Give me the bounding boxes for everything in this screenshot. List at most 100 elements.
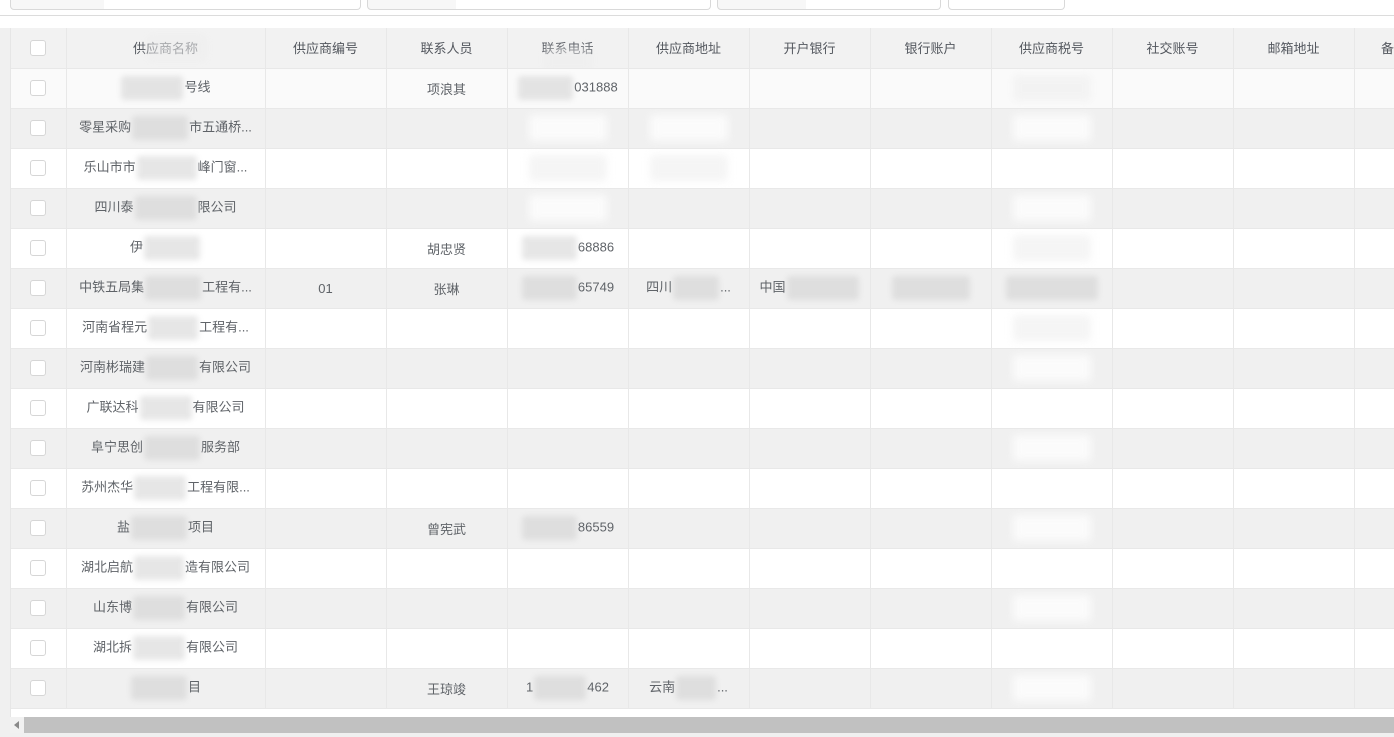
row-checkbox[interactable] xyxy=(30,80,46,96)
row-checkbox[interactable] xyxy=(30,560,46,576)
row-checkbox[interactable] xyxy=(30,240,46,256)
row-checkbox[interactable] xyxy=(30,280,46,296)
column-header-address: 供应商地址 xyxy=(628,28,749,68)
cell-account xyxy=(870,468,991,508)
row-checkbox[interactable] xyxy=(30,480,46,496)
redaction-smudge xyxy=(1013,355,1091,381)
redaction-smudge xyxy=(650,155,728,181)
cell-text: 中铁五局集 xyxy=(79,279,144,294)
row-checkbox[interactable] xyxy=(30,200,46,216)
scroll-left-arrow-icon[interactable] xyxy=(10,717,24,733)
cell-text: ... xyxy=(717,679,728,694)
column-header-label: 社交账号 xyxy=(1146,41,1198,56)
cell-bank xyxy=(749,548,870,588)
row-select-cell xyxy=(11,68,66,108)
toolbar-button-2[interactable] xyxy=(1005,0,1065,10)
cell-bank xyxy=(749,428,870,468)
toolbar-button-1[interactable] xyxy=(948,0,1006,10)
table-header-row: 供应商名称供应商编号联系人员联系电话供应商地址开户银行银行账户供应商税号社交账号… xyxy=(11,28,1394,68)
row-select-cell xyxy=(11,548,66,588)
redaction-smudge xyxy=(1013,675,1091,701)
cell-name: 乐山市市峰门窗... xyxy=(66,148,265,188)
cell-remark xyxy=(1354,228,1394,268)
cell-contact xyxy=(386,308,507,348)
redaction-blur xyxy=(534,676,586,700)
redaction-blur xyxy=(144,436,200,460)
row-checkbox[interactable] xyxy=(30,520,46,536)
cell-bank xyxy=(749,228,870,268)
cell-email xyxy=(1233,588,1354,628)
column-header-label: 开户银行 xyxy=(783,41,835,56)
cell-text: 目 xyxy=(188,679,201,694)
cell-text: 1 xyxy=(526,679,533,694)
column-header-phone: 联系电话 xyxy=(507,28,628,68)
filter-input-2[interactable] xyxy=(456,0,711,10)
cell-email xyxy=(1233,628,1354,668)
filter-input-1[interactable] xyxy=(104,0,361,10)
cell-name: 苏州杰华工程有限... xyxy=(66,468,265,508)
horizontal-scrollbar[interactable] xyxy=(10,717,1394,733)
cell-tax xyxy=(991,308,1112,348)
cell-phone xyxy=(507,188,628,228)
select-all-checkbox[interactable] xyxy=(30,40,46,56)
cell-social xyxy=(1112,468,1233,508)
table-row: 盐项目曾宪武86559 xyxy=(11,508,1394,548)
cell-text: 峰门窗... xyxy=(198,159,248,174)
cell-name: 目 xyxy=(66,668,265,708)
row-checkbox[interactable] xyxy=(30,320,46,336)
cell-text: 服务部 xyxy=(201,439,240,454)
row-select-cell xyxy=(11,468,66,508)
cell-text: 造有限公司 xyxy=(185,559,250,574)
cell-code xyxy=(265,348,386,388)
cell-code xyxy=(265,628,386,668)
cell-text: 号线 xyxy=(184,79,210,94)
row-checkbox[interactable] xyxy=(30,440,46,456)
table-row: 四川泰限公司 xyxy=(11,188,1394,228)
row-select-cell xyxy=(11,588,66,628)
cell-contact xyxy=(386,148,507,188)
cell-bank xyxy=(749,308,870,348)
row-select-cell xyxy=(11,108,66,148)
cell-text: ... xyxy=(720,279,731,294)
cell-social xyxy=(1112,668,1233,708)
cell-tax xyxy=(991,268,1112,308)
filter-label-1 xyxy=(10,0,105,10)
cell-tax xyxy=(991,668,1112,708)
cell-phone xyxy=(507,428,628,468)
cell-bank xyxy=(749,188,870,228)
column-header-label: 供应商税号 xyxy=(1019,41,1084,56)
row-checkbox[interactable] xyxy=(30,360,46,376)
cell-remark xyxy=(1354,268,1394,308)
cell-text: 65749 xyxy=(578,279,614,294)
filter-input-3[interactable] xyxy=(806,0,941,10)
cell-address xyxy=(628,428,749,468)
cell-name: 河南省程元工程有... xyxy=(66,308,265,348)
cell-email xyxy=(1233,668,1354,708)
table-row: 河南省程元工程有... xyxy=(11,308,1394,348)
cell-text: 有限公司 xyxy=(199,359,251,374)
scrollbar-thumb[interactable] xyxy=(24,717,1394,733)
row-checkbox[interactable] xyxy=(30,600,46,616)
cell-name: 伊 xyxy=(66,228,265,268)
row-checkbox[interactable] xyxy=(30,640,46,656)
cell-contact xyxy=(386,468,507,508)
cell-code xyxy=(265,468,386,508)
row-checkbox[interactable] xyxy=(30,400,46,416)
row-checkbox[interactable] xyxy=(30,120,46,136)
cell-name: 零星采购市五通桥... xyxy=(66,108,265,148)
cell-phone: 1462 xyxy=(507,668,628,708)
cell-address xyxy=(628,588,749,628)
cell-contact xyxy=(386,388,507,428)
redaction-blur xyxy=(133,596,185,620)
cell-remark xyxy=(1354,308,1394,348)
cell-text: 01 xyxy=(318,281,332,296)
cell-text: 工程有限... xyxy=(187,479,250,494)
cell-bank xyxy=(749,388,870,428)
cell-remark xyxy=(1354,548,1394,588)
redaction-smudge xyxy=(529,155,607,181)
row-checkbox[interactable] xyxy=(30,160,46,176)
cell-remark xyxy=(1354,348,1394,388)
redaction-smudge xyxy=(1013,195,1091,221)
row-checkbox[interactable] xyxy=(30,680,46,696)
redaction-blur xyxy=(892,276,970,300)
